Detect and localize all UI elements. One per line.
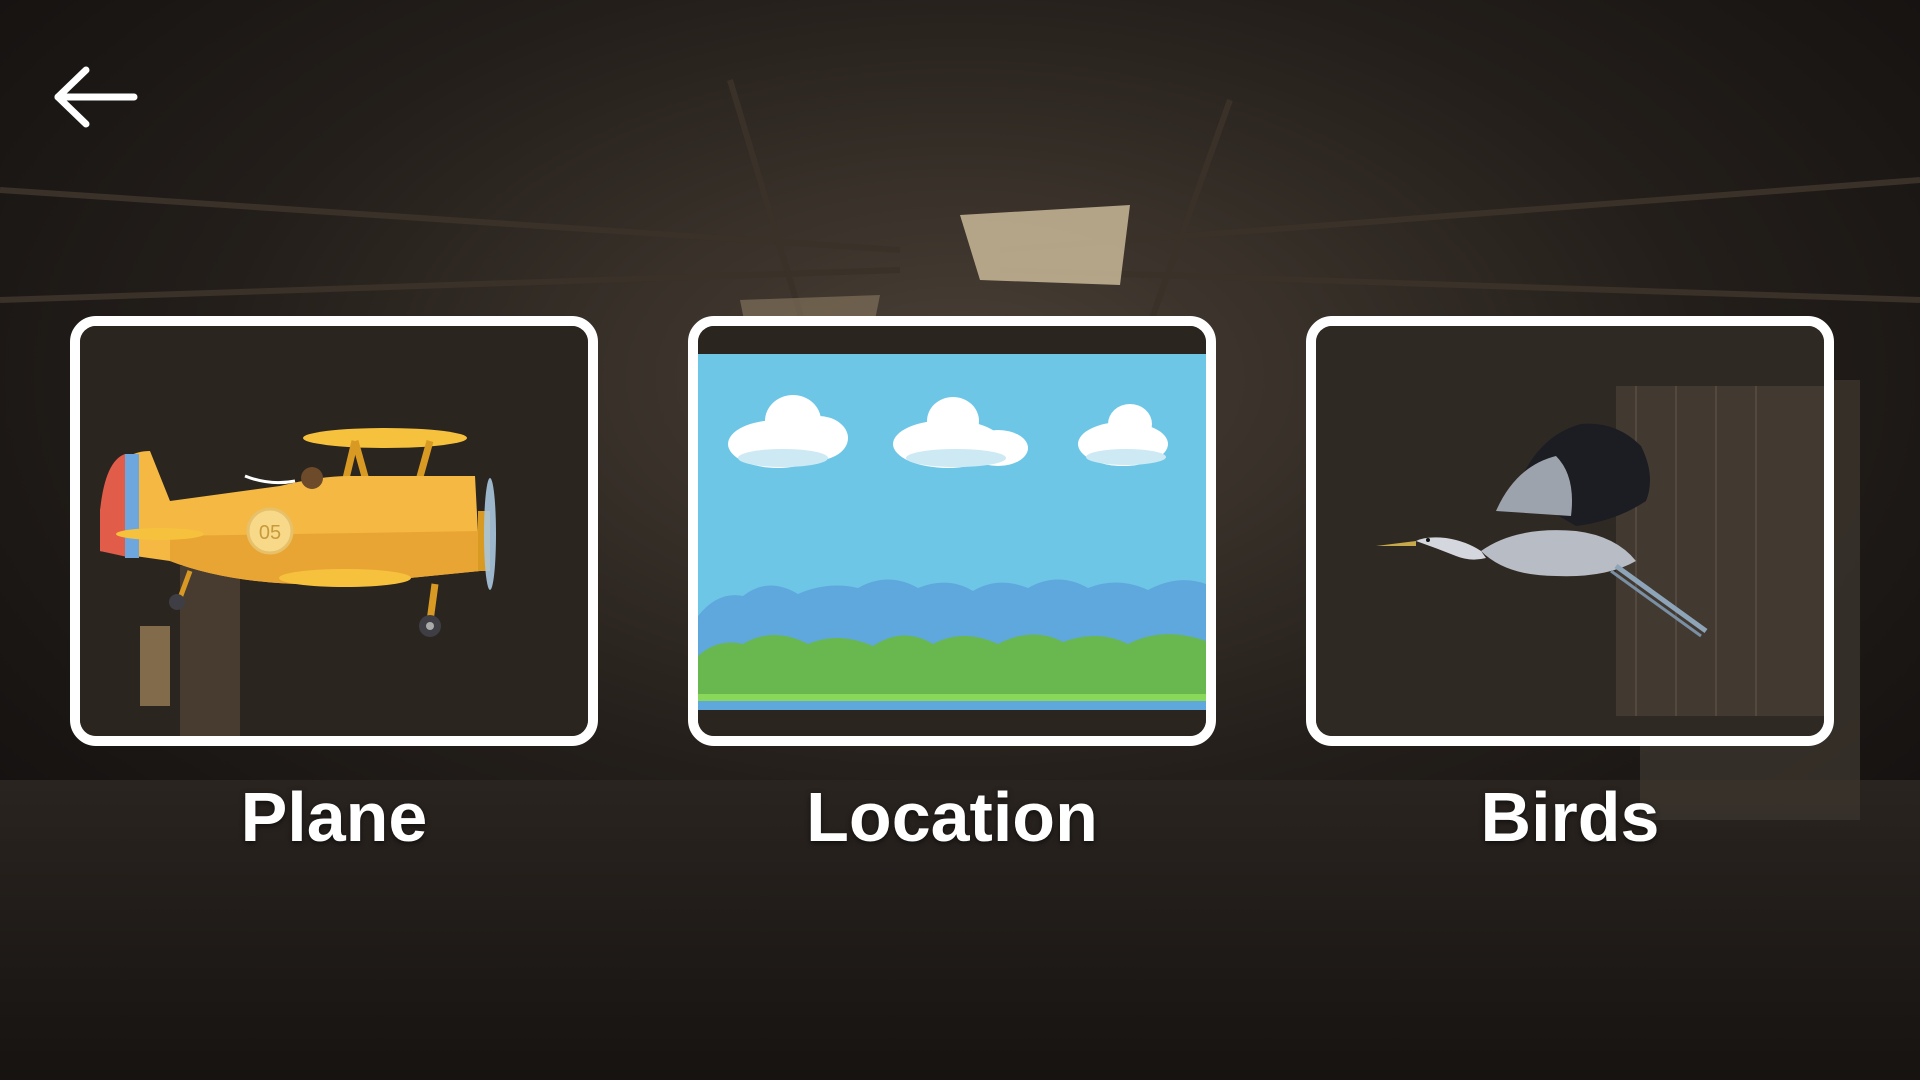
- location-label: Location: [806, 778, 1098, 856]
- arrow-left-icon: [54, 66, 138, 128]
- biplane-image: 05: [80, 326, 588, 736]
- birds-card[interactable]: [1306, 316, 1834, 746]
- plane-number: 05: [259, 522, 281, 544]
- back-button[interactable]: [52, 62, 144, 132]
- pixel-sky-image: [698, 326, 1206, 736]
- plane-card[interactable]: 05: [70, 316, 598, 746]
- plane-label: Plane: [240, 778, 428, 856]
- birds-label: Birds: [1480, 778, 1660, 856]
- location-card[interactable]: [688, 316, 1216, 746]
- heron-image: [1316, 326, 1824, 736]
